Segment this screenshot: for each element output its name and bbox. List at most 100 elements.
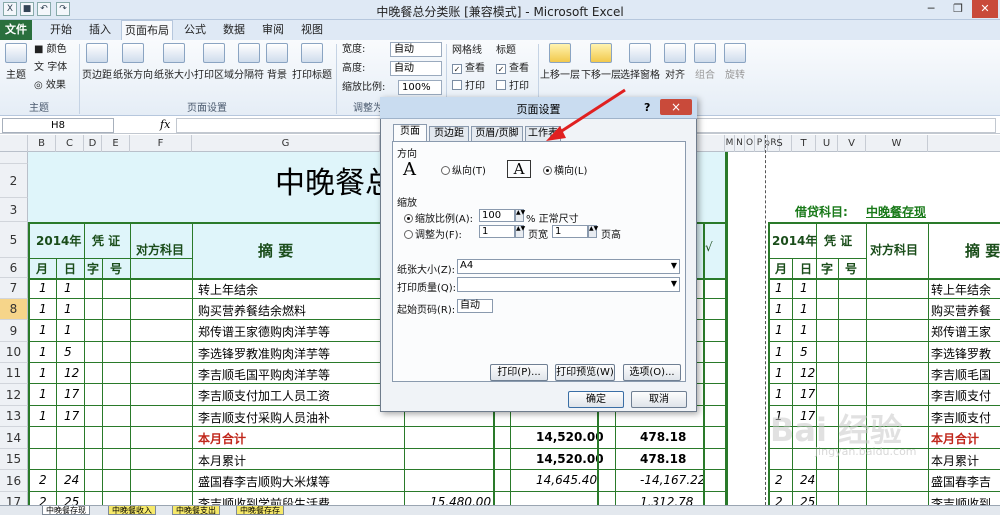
tab-header-footer[interactable]: 页眉/页脚	[471, 126, 523, 142]
sheet-tab[interactable]: 中晚餐支出	[172, 506, 220, 515]
column-header[interactable]: U	[816, 135, 838, 152]
print-quality-select[interactable]: ▼	[457, 277, 680, 292]
cell-summary[interactable]: 李选锋罗教准购肉洋芋等	[198, 345, 330, 362]
help-icon[interactable]: ?	[644, 101, 650, 114]
minimize-icon[interactable]: ─	[918, 0, 944, 18]
rotate-button[interactable]: 旋转	[722, 42, 748, 86]
cell-month[interactable]: 1	[39, 323, 47, 337]
cell-summary[interactable]: 郑传谱王家德购肉洋芋等	[198, 323, 330, 340]
cell-balance[interactable]: -14,167.22	[640, 473, 705, 487]
tab-page[interactable]: 页面	[393, 124, 427, 142]
align-button[interactable]: 对齐	[662, 42, 688, 86]
column-header[interactable]: W	[866, 135, 928, 152]
column-header[interactable]: N	[735, 135, 745, 152]
themes-button[interactable]: 主题	[2, 42, 30, 86]
row-header[interactable]: 16	[0, 470, 28, 492]
right-cell-day[interactable]: 5	[800, 345, 808, 359]
row-header[interactable]: 6	[0, 258, 28, 278]
cell-month[interactable]: 1	[39, 345, 47, 359]
landscape-radio[interactable]: 横向(L)	[543, 162, 587, 177]
close-window-icon[interactable]: ✕	[972, 0, 998, 18]
cell-balance[interactable]: 478.18	[640, 452, 686, 466]
right-cell-month[interactable]: 1	[775, 302, 783, 316]
row-header[interactable]: 13	[0, 406, 28, 427]
cell-month[interactable]: 1	[39, 366, 47, 380]
cell-day[interactable]: 5	[64, 345, 72, 359]
row-header[interactable]: 3	[0, 198, 28, 222]
headings-print-checkbox[interactable]: 打印	[496, 80, 529, 94]
gridlines-print-checkbox[interactable]: 打印	[452, 80, 485, 94]
send-backward-button[interactable]: 下移一层	[581, 42, 621, 86]
column-header[interactable]: B	[28, 135, 56, 152]
group-button[interactable]: 组合	[692, 42, 718, 86]
sheet-tab[interactable]: 中晚餐存现	[42, 506, 90, 515]
cell-day[interactable]: 1	[64, 323, 72, 337]
right-cell-summary[interactable]: 购买营养餐	[931, 302, 991, 319]
column-header[interactable]: O	[745, 135, 755, 152]
right-cell-day[interactable]: 1	[800, 302, 808, 316]
spinner-icon[interactable]: ▲▼	[515, 209, 525, 222]
bring-forward-button[interactable]: 上移一层	[540, 42, 580, 86]
cell-month[interactable]: 1	[39, 409, 47, 423]
sheet-tab[interactable]: 中晚餐收入	[108, 506, 156, 515]
cell-month[interactable]: 2	[39, 473, 47, 487]
portrait-radio[interactable]: 纵向(T)	[441, 162, 486, 177]
row-header[interactable]: 2	[0, 164, 28, 198]
cell-day[interactable]: 24	[64, 473, 79, 487]
row-header[interactable]: 15	[0, 449, 28, 470]
theme-fonts-button[interactable]: 文 字体	[34, 61, 67, 75]
column-header[interactable]: E	[102, 135, 130, 152]
cell-summary[interactable]: 购买营养餐结余燃料	[198, 302, 306, 319]
cell-amount[interactable]: 14,645.40	[536, 473, 597, 487]
cell-summary[interactable]: 李吉顺毛国平购肉洋芋等	[198, 366, 330, 383]
cell-day[interactable]: 12	[64, 366, 79, 380]
right-cell-summary[interactable]: 李吉顺支付	[931, 409, 991, 426]
right-cell-summary[interactable]: 郑传谱王家	[931, 323, 991, 340]
right-cell-month[interactable]: 1	[775, 281, 783, 295]
height-select[interactable]: 自动	[390, 61, 442, 76]
column-header[interactable]: F	[130, 135, 192, 152]
row-header[interactable]: 14	[0, 427, 28, 449]
fit-to-radio[interactable]: 调整为(F):	[404, 226, 462, 241]
column-header[interactable]: G	[192, 135, 380, 152]
tab-page-layout[interactable]: 页面布局	[121, 20, 173, 40]
right-cell-month[interactable]: 1	[775, 387, 783, 401]
ok-button[interactable]: 确定	[568, 391, 624, 408]
options-button[interactable]: 选项(O)...	[623, 364, 681, 381]
row-header[interactable]: 10	[0, 342, 28, 363]
cell-day[interactable]: 17	[64, 387, 79, 401]
cell-day[interactable]: 1	[64, 281, 72, 295]
tab-formulas[interactable]: 公式	[177, 20, 213, 40]
width-select[interactable]: 自动	[390, 42, 442, 57]
paper-size-select[interactable]: A4 ▼	[457, 259, 680, 274]
column-header[interactable]: P	[755, 135, 765, 152]
tab-home[interactable]: 开始	[42, 20, 80, 40]
breaks-button[interactable]: 分隔符	[234, 42, 264, 86]
headings-view-checkbox[interactable]: ✓ 查看	[496, 62, 529, 76]
cell-day[interactable]: 1	[64, 302, 72, 316]
right-cell-month[interactable]: 1	[775, 366, 783, 380]
name-box[interactable]: H8	[2, 118, 114, 133]
column-header[interactable]: S	[768, 135, 792, 152]
tab-review[interactable]: 审阅	[255, 20, 291, 40]
right-cell-day[interactable]: 12	[800, 366, 815, 380]
column-header[interactable]: T	[792, 135, 816, 152]
print-titles-button[interactable]: 打印标题	[291, 42, 333, 86]
restore-icon[interactable]: ❐	[945, 0, 971, 18]
right-cell-month[interactable]: 1	[775, 345, 783, 359]
cell-month[interactable]: 1	[39, 302, 47, 316]
right-cell-summary[interactable]: 盛国春李吉	[931, 473, 991, 490]
row-header[interactable]: 12	[0, 384, 28, 406]
column-header[interactable]: C	[56, 135, 84, 152]
right-cell-day[interactable]: 24	[800, 473, 815, 487]
sheet-tab[interactable]: 中晚餐存存	[236, 506, 284, 515]
right-cell-summary[interactable]: 本月合计	[931, 430, 979, 447]
right-cell-day[interactable]: 1	[800, 323, 808, 337]
right-cell-day[interactable]: 1	[800, 281, 808, 295]
tab-margins[interactable]: 页边距	[429, 126, 469, 142]
margins-button[interactable]: 页边距	[82, 42, 112, 86]
spinner-icon[interactable]: ▲▼	[588, 225, 598, 238]
cell-summary[interactable]: 李吉顺支付采购人员油补	[198, 409, 330, 426]
first-page-input[interactable]: 自动	[457, 299, 493, 313]
cell-month[interactable]: 1	[39, 387, 47, 401]
